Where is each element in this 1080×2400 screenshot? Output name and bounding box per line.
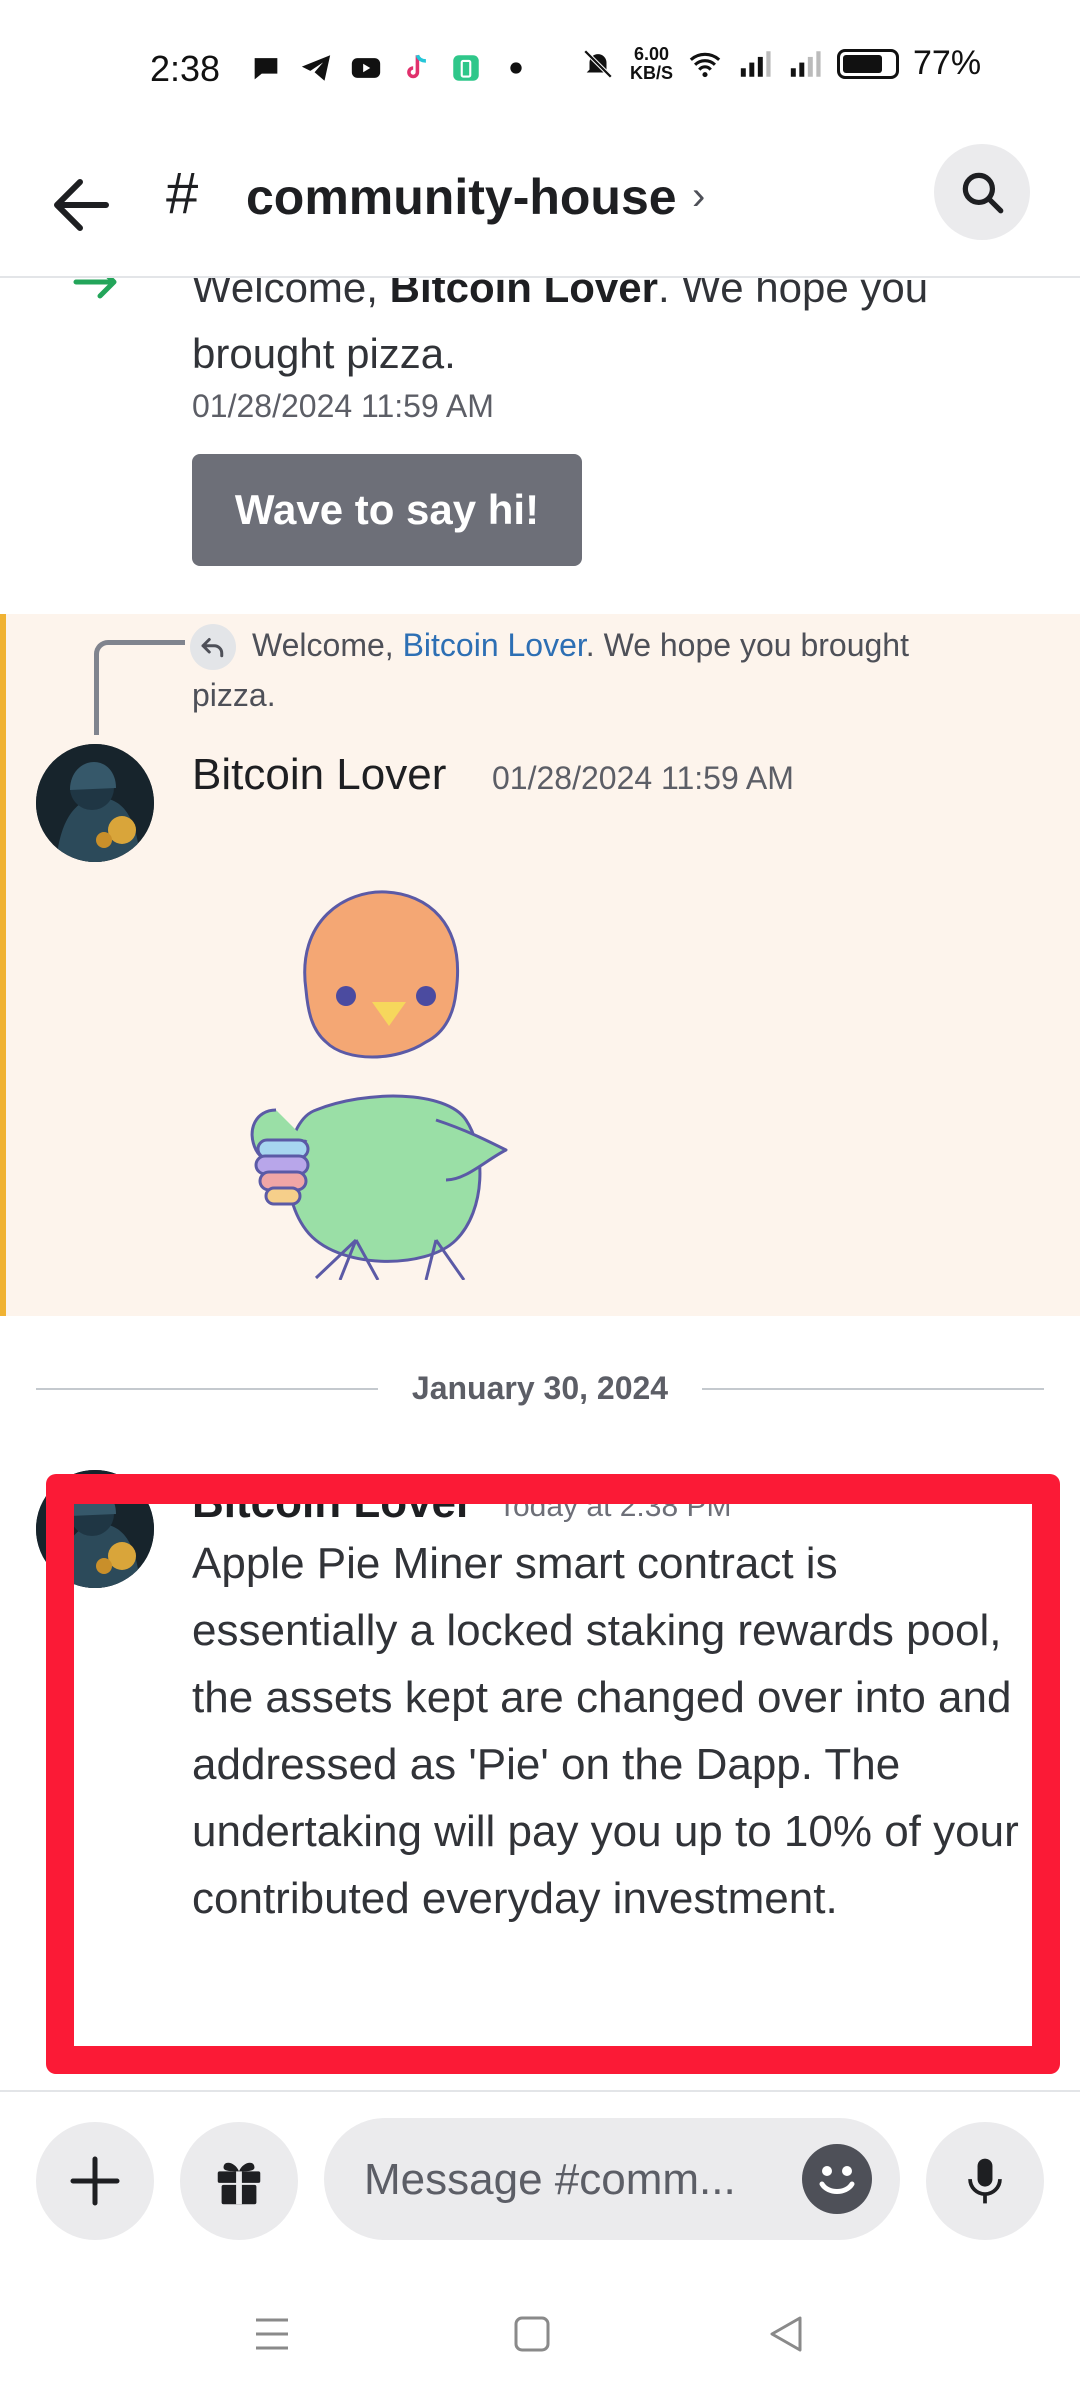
reply-connector	[94, 640, 185, 735]
gift-icon	[217, 2162, 261, 2205]
join-timestamp: 01/28/2024 11:59 AM	[192, 388, 494, 424]
mention-highlight-bar	[0, 614, 6, 1316]
add-attachment-button[interactable]	[36, 2122, 154, 2240]
search-button[interactable]	[934, 144, 1030, 240]
dot-icon	[498, 50, 534, 86]
channel-hash-icon: #	[166, 161, 199, 226]
date-divider: January 30, 2024	[411, 1370, 669, 1406]
avatar[interactable]	[36, 744, 154, 862]
reply-icon	[190, 624, 236, 670]
reply-prefix: Welcome,	[252, 627, 403, 663]
home-square-icon[interactable]	[512, 2314, 552, 2354]
signal-icon	[737, 46, 773, 82]
battery-saver-icon	[448, 50, 484, 86]
voice-message-button[interactable]	[926, 2122, 1044, 2240]
system-status: 6.00 KB/S 77%	[580, 44, 981, 83]
channel-chevron-icon[interactable]: ›	[692, 174, 705, 219]
signal-2-icon	[787, 46, 823, 82]
mute-icon	[580, 46, 616, 82]
network-speed-unit: KB/S	[630, 62, 674, 83]
reply-preview[interactable]: Welcome, Bitcoin Lover. We hope you brou…	[192, 620, 992, 720]
youtube-icon	[348, 50, 384, 86]
channel-name[interactable]: community-house	[246, 168, 677, 226]
divider-line-right	[702, 1388, 1044, 1390]
wave-button[interactable]: Wave to say hi!	[192, 454, 582, 566]
plus-icon	[70, 2156, 120, 2206]
wifi-icon	[687, 46, 723, 82]
message-timestamp: 01/28/2024 11:59 AM	[492, 760, 794, 796]
bird-sticker[interactable]	[236, 870, 576, 1280]
reply-mention[interactable]: Bitcoin Lover	[403, 627, 586, 663]
notification-icons	[248, 50, 534, 86]
divider-line-left	[36, 1388, 378, 1390]
network-speed: 6.00 KB/S	[630, 43, 674, 83]
network-speed-value: 6.00	[633, 43, 670, 64]
status-time: 2:38	[150, 48, 221, 89]
emoji-button[interactable]	[802, 2144, 872, 2214]
menu-icon[interactable]	[252, 2314, 292, 2354]
battery-icon	[837, 48, 900, 79]
emoji-icon	[819, 2166, 855, 2194]
message-input[interactable]	[362, 2118, 796, 2242]
message-author[interactable]: Bitcoin Lover	[192, 750, 446, 800]
back-triangle-icon[interactable]	[766, 2314, 806, 2354]
message-input-container	[324, 2118, 900, 2242]
back-button[interactable]	[44, 170, 124, 240]
chat-bubble-icon	[248, 50, 284, 86]
tiktok-icon	[398, 50, 434, 86]
microphone-icon	[968, 2158, 1002, 2204]
battery-percent: 77%	[913, 44, 982, 82]
system-nav-bar	[0, 2270, 1080, 2400]
back-arrow-icon	[54, 179, 109, 231]
search-icon	[962, 172, 1004, 214]
gift-button[interactable]	[180, 2122, 298, 2240]
annotation-box	[46, 1474, 1060, 2074]
telegram-icon	[298, 50, 334, 86]
status-bar: 2:38 6.00 KB/S 77%	[0, 0, 1080, 130]
channel-header: # community-house ›	[0, 130, 1080, 278]
